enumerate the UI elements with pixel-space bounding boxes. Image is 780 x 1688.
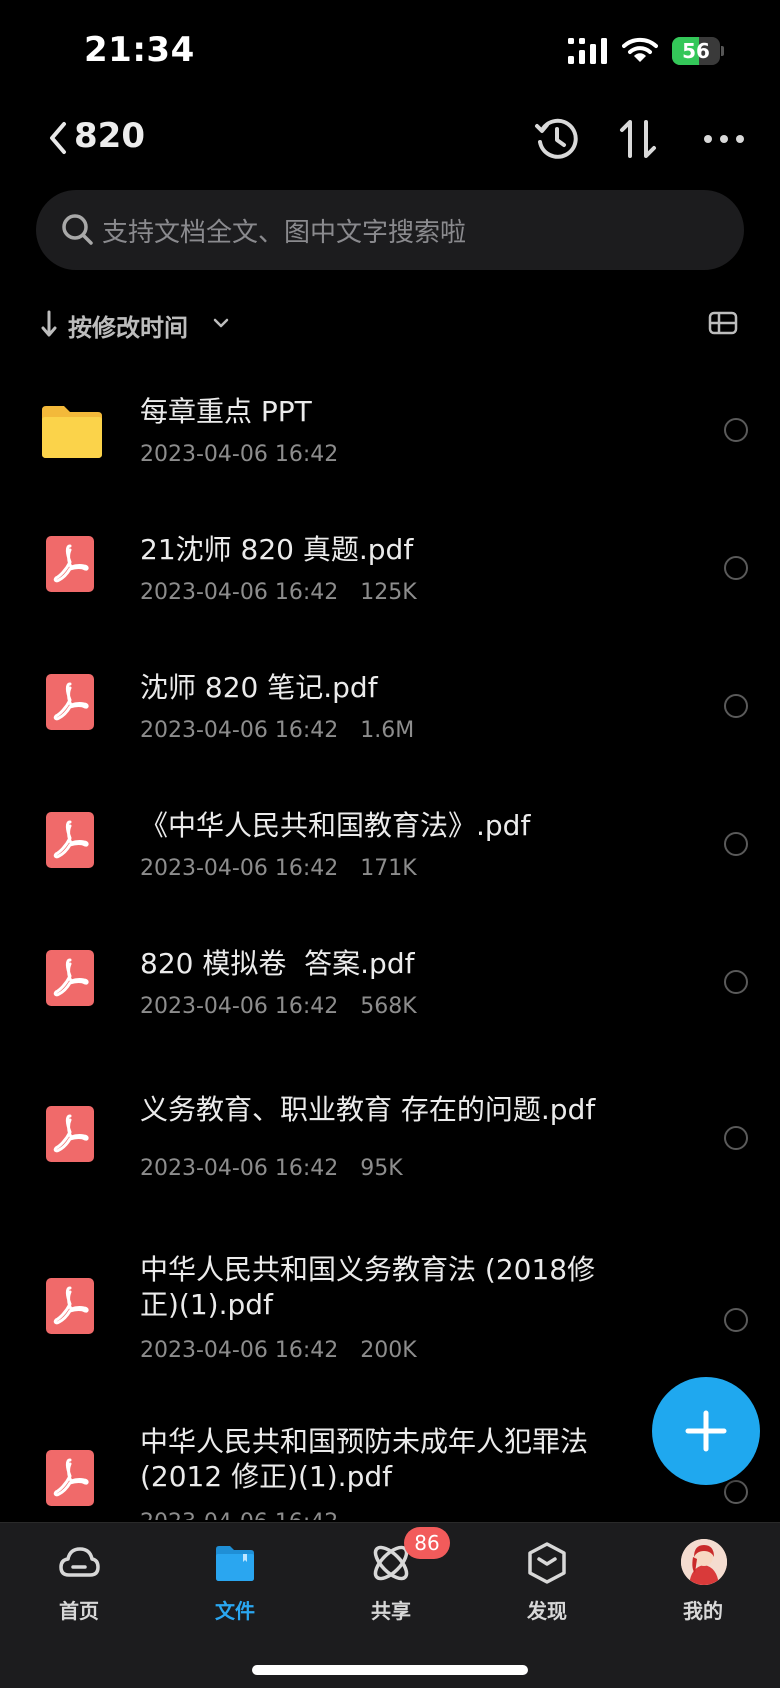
tab-label: 我的 (683, 1599, 723, 1623)
file-row-pdf[interactable]: 沈师 820 笔记.pdf 2023-04-06 16:42 1.6M (0, 636, 780, 774)
file-meta: 2023-04-06 16:42 125K (140, 580, 417, 605)
cloud-icon (59, 1547, 100, 1577)
file-meta: 2023-04-06 16:42 (140, 1510, 360, 1520)
file-meta: 2023-04-06 16:42 (140, 442, 338, 467)
status-bar: 21:34 56 (0, 0, 780, 104)
sort-by-label[interactable]: 按修改时间 (68, 308, 188, 343)
file-meta: 2023-04-06 16:42 568K (140, 994, 417, 1019)
tab-label: 文件 (215, 1599, 255, 1623)
pdf-file-icon (46, 1106, 94, 1162)
tab-me[interactable]: 我的 (638, 1537, 768, 1633)
plus-icon (685, 1410, 727, 1452)
select-radio[interactable] (724, 1480, 748, 1504)
file-row-pdf[interactable]: 《中华人民共和国教育法》.pdf 2023-04-06 16:42 171K (0, 774, 780, 912)
select-radio[interactable] (724, 1126, 748, 1150)
file-date: 2023-04-06 16:42 (140, 856, 339, 881)
file-date: 2023-04-06 16:42 (140, 718, 339, 743)
select-radio[interactable] (724, 418, 748, 442)
avatar (681, 1539, 727, 1585)
file-date: 2023-04-06 16:42 (140, 994, 339, 1019)
file-name: 中华人民共和国义务教育法 (2018修正)(1).pdf (140, 1253, 596, 1321)
tab-label: 发现 (527, 1599, 567, 1623)
file-meta: 2023-04-06 16:42 171K (140, 856, 417, 881)
file-date: 2023-04-06 16:42 (140, 1510, 338, 1520)
pdf-file-icon (46, 812, 94, 868)
pdf-file-icon (46, 1450, 94, 1506)
cube-icon (528, 1542, 566, 1584)
search-icon (62, 214, 93, 245)
file-size: 125K (360, 580, 417, 605)
tab-files[interactable]: 文件 (170, 1537, 300, 1633)
history-icon[interactable] (534, 116, 580, 162)
file-date: 2023-04-06 16:42 (140, 1156, 339, 1181)
file-size: 171K (360, 856, 417, 881)
sort-icon[interactable] (616, 116, 662, 162)
file-name: 每章重点 PPT (140, 395, 312, 428)
file-row-folder[interactable]: 每章重点 PPT 2023-04-06 16:42 (0, 360, 780, 498)
select-radio[interactable] (724, 832, 748, 856)
file-size: 200K (360, 1338, 417, 1363)
file-name: 21沈师 820 真题.pdf (140, 533, 414, 566)
file-list: 每章重点 PPT 2023-04-06 16:42 21沈师 820 真题.pd… (0, 360, 780, 1520)
file-meta: 2023-04-06 16:42 1.6M (140, 718, 414, 743)
tab-label: 首页 (59, 1599, 99, 1623)
tab-label: 共享 (371, 1599, 411, 1623)
sort-bar: 按修改时间 (0, 300, 780, 350)
file-size: 1.6M (360, 718, 415, 743)
file-date: 2023-04-06 16:42 (140, 442, 339, 467)
more-icon[interactable] (702, 126, 746, 152)
arrow-down-icon (41, 310, 57, 337)
file-name: 820 模拟卷 答案.pdf (140, 947, 415, 980)
chevron-down-icon[interactable] (212, 314, 230, 332)
cellular-signal-icon (568, 38, 607, 64)
pdf-file-icon (46, 536, 94, 592)
file-date: 2023-04-06 16:42 (140, 1338, 339, 1363)
pdf-file-icon (46, 1278, 94, 1334)
file-row-pdf[interactable]: 820 模拟卷 答案.pdf 2023-04-06 16:42 568K (0, 912, 780, 1050)
select-radio[interactable] (724, 1308, 748, 1332)
pdf-file-icon (46, 674, 94, 730)
file-size: 95K (360, 1156, 403, 1181)
back-chevron-icon[interactable] (44, 118, 70, 158)
file-row-pdf[interactable]: 21沈师 820 真题.pdf 2023-04-06 16:42 125K (0, 498, 780, 636)
notification-badge: 86 (404, 1527, 450, 1559)
search-input[interactable]: 支持文档全文、图中文字搜索啦 (36, 190, 744, 270)
view-mode-icon[interactable] (708, 310, 738, 336)
file-name: 中华人民共和国预防未成年人犯罪法(2012 修正)(1).pdf (140, 1425, 589, 1493)
file-row-pdf[interactable]: 中华人民共和国义务教育法 (2018修正)(1).pdf 2023-04-06 … (0, 1222, 780, 1394)
search-placeholder: 支持文档全文、图中文字搜索啦 (102, 218, 467, 248)
battery-percent: 56 (682, 39, 710, 63)
file-name: 沈师 820 笔记.pdf (140, 671, 378, 704)
tab-discover[interactable]: 发现 (482, 1537, 612, 1633)
tab-home[interactable]: 首页 (14, 1537, 144, 1633)
tab-share[interactable]: 86 共享 (326, 1527, 456, 1633)
select-radio[interactable] (724, 694, 748, 718)
file-meta: 2023-04-06 16:42 95K (140, 1156, 403, 1181)
battery-icon: 56 (672, 37, 724, 65)
select-radio[interactable] (724, 556, 748, 580)
folder-icon (42, 406, 102, 458)
file-meta: 2023-04-06 16:42 200K (140, 1338, 417, 1363)
file-row-pdf[interactable]: 义务教育、职业教育 存在的问题.pdf 2023-04-06 16:42 95K (0, 1050, 780, 1222)
add-button[interactable] (652, 1377, 760, 1485)
select-radio[interactable] (724, 970, 748, 994)
nav-bar: 820 (0, 104, 780, 174)
file-size: 568K (360, 994, 417, 1019)
pdf-file-icon (46, 950, 94, 1006)
status-time: 21:34 (84, 30, 195, 70)
file-name: 义务教育、职业教育 存在的问题.pdf (140, 1093, 596, 1126)
folder-icon (216, 1546, 254, 1581)
home-indicator (252, 1665, 528, 1675)
page-title[interactable]: 820 (74, 116, 145, 156)
file-date: 2023-04-06 16:42 (140, 580, 339, 605)
tab-bar: 首页 文件 86 共享 发现 我的 (0, 1522, 780, 1688)
file-name: 《中华人民共和国教育法》.pdf (140, 809, 531, 842)
wifi-icon (622, 37, 658, 62)
